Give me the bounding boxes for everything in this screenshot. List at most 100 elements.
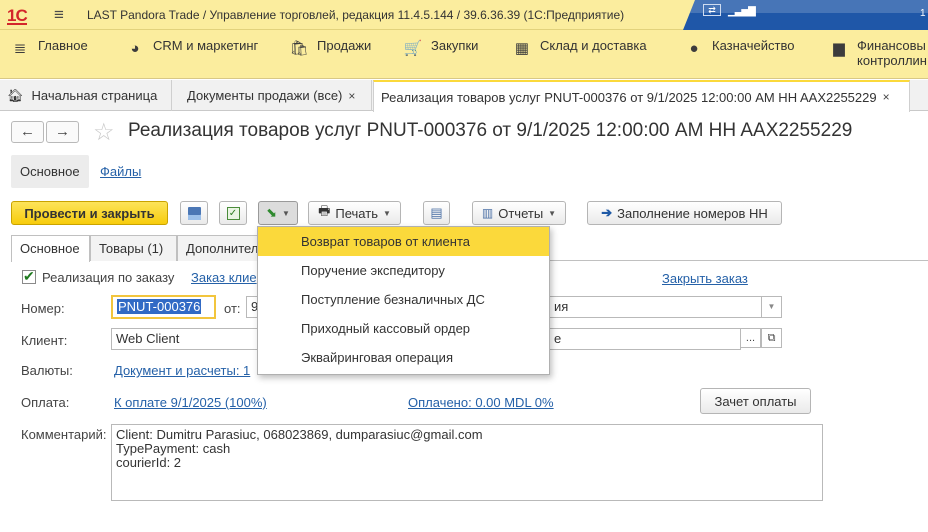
back-button[interactable]: ← bbox=[11, 121, 44, 143]
paid-amount-link[interactable]: Оплачено: 0.00 MDL 0% bbox=[408, 395, 554, 410]
list-document-icon: ▤ bbox=[430, 205, 443, 220]
menu-item-cashless-receipt[interactable]: Поступление безналичных ДС bbox=[258, 285, 549, 314]
tab-additional[interactable]: Дополнител bbox=[177, 235, 267, 261]
create-based-on-menu: Возврат товаров от клиента Поручение экс… bbox=[257, 226, 550, 375]
tab-goods[interactable]: Товары (1) bbox=[90, 235, 177, 261]
comment-line: courierId: 2 bbox=[116, 455, 182, 470]
create-based-on-button[interactable]: ⬊ ▼ bbox=[258, 201, 298, 225]
menu-item-label: Продажи bbox=[317, 38, 372, 53]
menu-item-label: Главное bbox=[38, 38, 88, 53]
shopping-bag-icon: 🛍 bbox=[289, 40, 309, 57]
menu-item-customer-return[interactable]: Возврат товаров от клиента bbox=[258, 227, 549, 256]
offset-payment-button[interactable]: Зачет оплаты bbox=[700, 388, 811, 414]
favorite-star-icon[interactable]: ☆ bbox=[93, 118, 115, 147]
section-menu: ≣ Главное ◕ CRM и маркетинг 🛍 Продажи 🛒 … bbox=[0, 30, 928, 79]
cart-icon: 🛒 bbox=[403, 40, 423, 57]
save-button[interactable] bbox=[180, 201, 208, 225]
warehouse-icon: ▦ bbox=[514, 40, 530, 57]
by-order-label: Реализация по заказу bbox=[42, 270, 175, 285]
tab-main[interactable]: Основное bbox=[11, 235, 90, 262]
menu-item-warehouse[interactable]: ▦ Склад и доставка bbox=[512, 38, 647, 68]
currency-settlements-link[interactable]: Документ и расчеты: 1 bbox=[114, 363, 250, 378]
print-label: Печать bbox=[335, 205, 378, 221]
agreement-field[interactable]: е bbox=[549, 328, 741, 350]
floppy-disk-icon bbox=[187, 206, 201, 220]
menu-item-label: Закупки bbox=[431, 38, 479, 53]
client-label: Клиент: bbox=[21, 333, 68, 348]
comment-textarea[interactable]: Client: Dumitru Parasiuc, 068023869, dum… bbox=[111, 424, 823, 501]
1c-logo: 1С bbox=[7, 6, 28, 25]
organization-field[interactable]: ия bbox=[549, 296, 762, 318]
close-order-link[interactable]: Закрыть заказ bbox=[662, 271, 748, 286]
menu-item-finance[interactable]: ▆ Финансовы контроллин bbox=[829, 38, 927, 68]
comment-line: Client: Dumitru Parasiuc, 068023869, dum… bbox=[116, 427, 483, 442]
fill-numbers-label: Заполнение номеров НН bbox=[617, 205, 768, 221]
close-icon[interactable]: × bbox=[348, 89, 355, 103]
select-button[interactable]: ... bbox=[740, 328, 761, 348]
tab-sales-documents[interactable]: Документы продажи (все) × bbox=[180, 80, 372, 111]
report-icon: ▥ bbox=[481, 206, 494, 220]
menu-item-label: Казначейство bbox=[712, 38, 795, 53]
client-field[interactable]: Web Client bbox=[111, 328, 258, 350]
close-icon[interactable]: × bbox=[883, 90, 890, 104]
tab-home[interactable]: 🏠︎ Начальная страница bbox=[0, 80, 172, 111]
menu-item-treasury[interactable]: ● Казначейство bbox=[684, 38, 794, 68]
menu-item-acquiring-operation[interactable]: Эквайринговая операция bbox=[258, 343, 549, 372]
menu-lines-icon: ≣ bbox=[13, 40, 27, 57]
menu-item-sales[interactable]: 🛍 Продажи bbox=[289, 38, 371, 68]
fill-numbers-button[interactable]: ➔ Заполнение номеров НН bbox=[587, 201, 782, 225]
menu-item-label: CRM и маркетинг bbox=[153, 38, 259, 53]
post-and-close-button[interactable]: Провести и закрыть bbox=[11, 201, 168, 225]
menu-item-label: Финансовы контроллин bbox=[857, 38, 927, 68]
menu-item-cash-receipt-order[interactable]: Приходный кассовый ордер bbox=[258, 314, 549, 343]
print-button[interactable]: 🖶 Печать ▼ bbox=[308, 201, 401, 225]
ruble-coin-icon: ● bbox=[689, 40, 699, 57]
number-value: PNUT-000376 bbox=[117, 299, 202, 314]
currency-label: Валюты: bbox=[21, 363, 73, 378]
structure-button[interactable]: ▤ bbox=[423, 201, 450, 225]
menu-item-purchases[interactable]: 🛒 Закупки bbox=[403, 38, 479, 68]
subnav-main[interactable]: Основное bbox=[11, 155, 89, 188]
reports-label: Отчеты bbox=[498, 205, 544, 221]
menu-item-main[interactable]: ≣ Главное bbox=[10, 38, 88, 68]
menu-item-label: Склад и доставка bbox=[540, 38, 647, 53]
home-icon: 🏠︎ bbox=[7, 87, 24, 103]
bar-chart-icon: ▆ bbox=[833, 40, 845, 57]
organization-dropdown-button[interactable]: ▼ bbox=[761, 296, 782, 318]
clock: 1 bbox=[920, 8, 926, 19]
forward-button[interactable]: → bbox=[46, 121, 79, 143]
open-icon[interactable]: ⧉ bbox=[761, 328, 782, 348]
post-document-icon: ✓ bbox=[226, 206, 240, 220]
menu-item-forwarder-order[interactable]: Поручение экспедитору bbox=[258, 256, 549, 285]
create-based-on-icon: ⬊ bbox=[266, 205, 277, 220]
comment-line: TypePayment: cash bbox=[116, 441, 231, 456]
app-title: LAST Pandora Trade / Управление торговле… bbox=[87, 8, 625, 22]
menu-item-crm[interactable]: ◕ CRM и маркетинг bbox=[125, 38, 258, 68]
title-bar: 1С ≡ LAST Pandora Trade / Управление тор… bbox=[0, 0, 928, 30]
payment-label: Оплата: bbox=[21, 395, 70, 410]
document-title: Реализация товаров услуг PNUT-000376 от … bbox=[128, 120, 853, 141]
comment-label: Комментарий: bbox=[21, 427, 107, 442]
tab-label: Начальная страница bbox=[31, 88, 158, 103]
number-label: Номер: bbox=[21, 301, 65, 316]
tab-label: Документы продажи (все) bbox=[187, 88, 343, 103]
printer-icon: 🖶 bbox=[318, 203, 331, 218]
by-order-checkbox[interactable] bbox=[22, 268, 36, 285]
arrow-right-icon: ➔ bbox=[601, 205, 613, 220]
pie-chart-icon: ◕ bbox=[130, 40, 140, 57]
number-field[interactable]: PNUT-000376 bbox=[111, 295, 216, 319]
tab-current-document[interactable]: Реализация товаров услуг PNUT-000376 от … bbox=[373, 80, 910, 112]
payment-due-link[interactable]: К оплате 9/1/2025 (100%) bbox=[114, 395, 267, 410]
client-order-link[interactable]: Заказ клие bbox=[191, 270, 257, 285]
tab-label: Реализация товаров услуг PNUT-000376 от … bbox=[381, 89, 877, 105]
subnav-files-link[interactable]: Файлы bbox=[100, 164, 141, 179]
open-windows-bar: 🏠︎ Начальная страница Документы продажи … bbox=[0, 80, 928, 112]
from-label: от: bbox=[224, 301, 241, 316]
reports-button[interactable]: ▥ Отчеты ▼ bbox=[472, 201, 566, 225]
post-document-button[interactable]: ✓ bbox=[219, 201, 247, 225]
network-icon: ⇄ bbox=[703, 4, 721, 16]
signal-icon: ▁▃▅▇ bbox=[728, 6, 756, 17]
main-menu-icon[interactable]: ≡ bbox=[54, 5, 64, 25]
chevron-down-icon: ▼ bbox=[382, 208, 391, 218]
chevron-down-icon: ▼ bbox=[281, 208, 290, 218]
